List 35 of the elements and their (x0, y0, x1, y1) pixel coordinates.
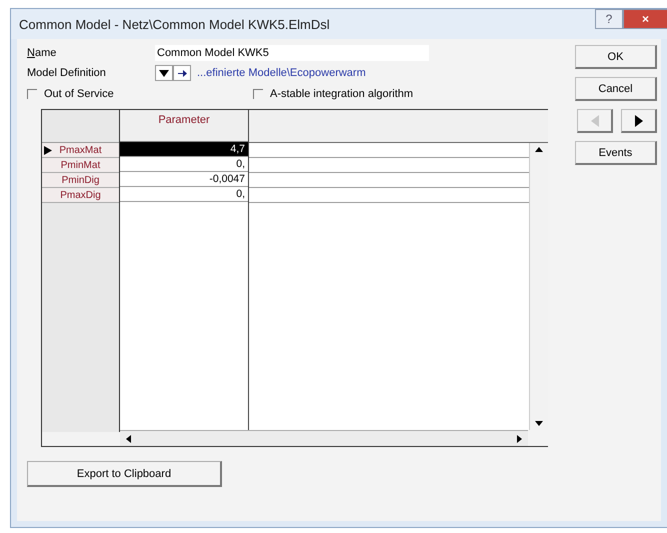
jump-button[interactable] (173, 65, 191, 81)
checkbox-label: Out of Service (44, 88, 114, 100)
table-cell[interactable]: 0, (120, 157, 248, 172)
right-triangle-icon (634, 114, 642, 126)
row-header[interactable]: PminDig (42, 173, 119, 188)
table-cell[interactable]: -0,0047 (120, 172, 248, 187)
window-title: Common Model - Netz\Common Model KWK5.ElmDsl (19, 16, 330, 32)
scroll-down-icon (535, 421, 543, 426)
row-header[interactable]: PmaxDig (42, 188, 119, 203)
left-triangle-icon (590, 114, 598, 126)
dropdown-button[interactable] (155, 65, 173, 81)
ok-button[interactable]: OK (575, 45, 657, 69)
table-cell[interactable]: 0, (120, 187, 248, 202)
close-button[interactable]: × (623, 9, 667, 29)
arrow-icon (178, 70, 186, 76)
scroll-right-icon (517, 434, 522, 442)
checkbox-label: A-stable integration algorithm (270, 88, 414, 100)
row-header[interactable]: PminMat (42, 158, 119, 173)
export-button[interactable]: Export to Clipboard (27, 461, 222, 487)
horizontal-scrollbar[interactable] (120, 430, 528, 446)
help-button[interactable]: ? (595, 9, 623, 29)
row-pointer-icon (44, 146, 52, 154)
scroll-left-icon (126, 434, 131, 442)
caret-icon (159, 70, 169, 76)
model-link[interactable]: ...efinierte Modelle\Ecopowerwarm (197, 67, 366, 79)
row-header[interactable]: PmaxMat (42, 143, 119, 158)
next-button[interactable] (621, 109, 657, 133)
name-label: Name (27, 47, 58, 59)
name-field[interactable]: Common Model KWK5 (155, 45, 429, 61)
cancel-button[interactable]: Cancel (575, 77, 657, 101)
events-button[interactable]: Events (575, 141, 657, 165)
model-definition-label: Model Definition (27, 67, 107, 79)
scroll-up-icon (535, 147, 543, 152)
column-header: Parameter (120, 110, 248, 142)
table-cell[interactable]: 4,7 (120, 142, 248, 157)
